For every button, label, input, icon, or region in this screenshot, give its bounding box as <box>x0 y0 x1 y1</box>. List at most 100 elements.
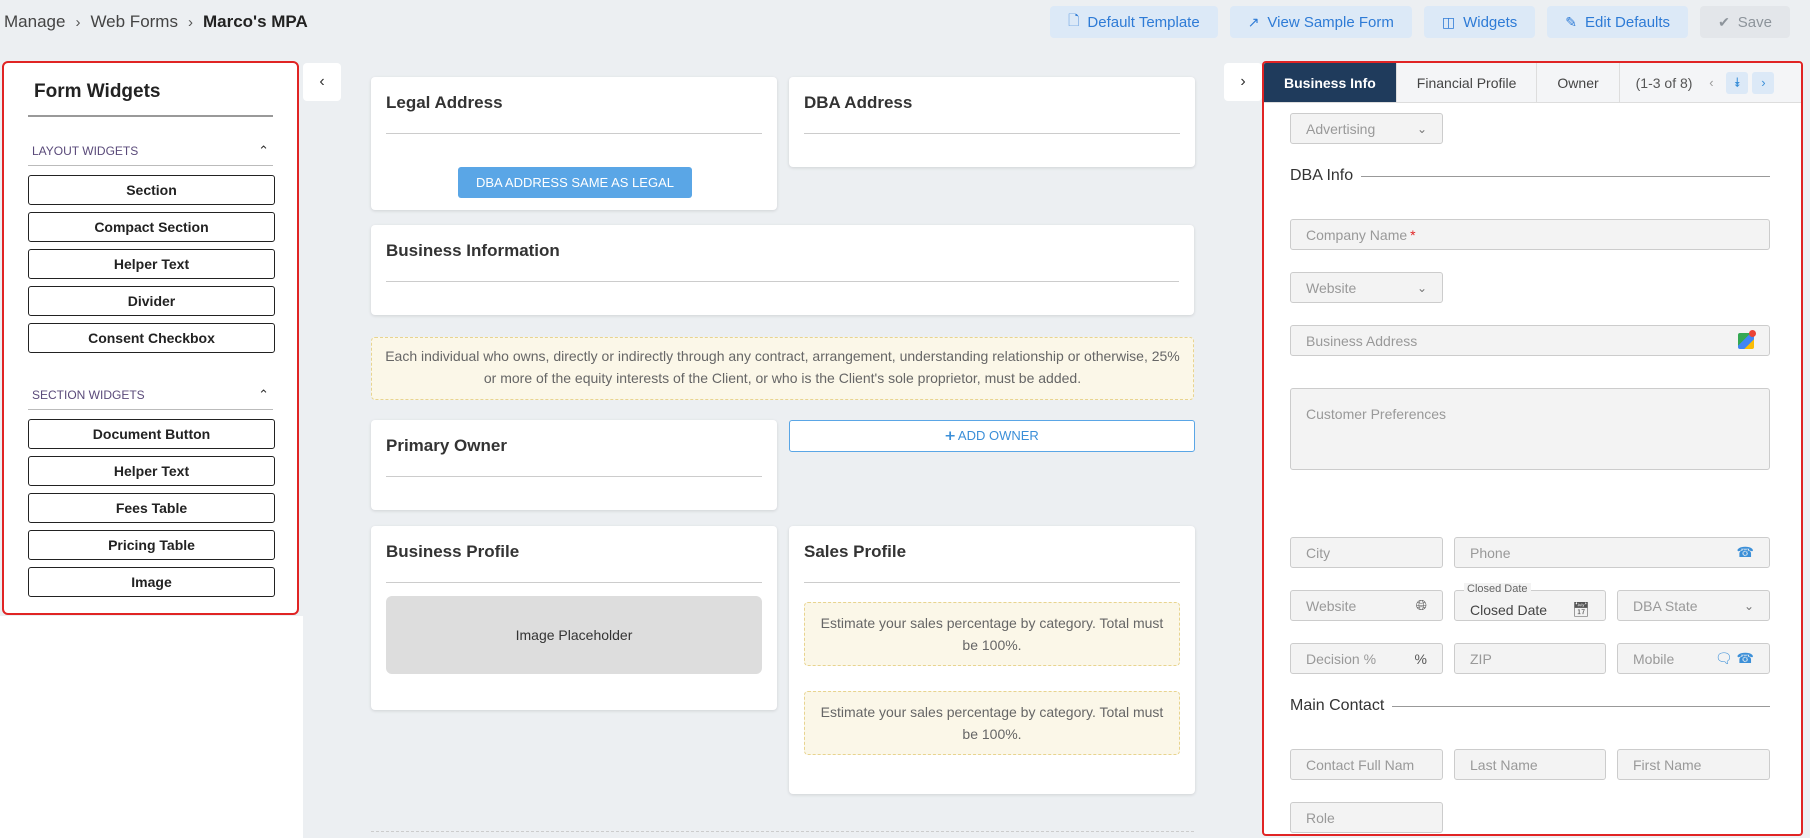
mobile-field[interactable]: Mobile 🗨︎ ☎ <box>1617 643 1770 674</box>
required-marker: * <box>1410 226 1416 243</box>
section-widgets-header[interactable]: SECTION WIDGETS ⌃ <box>28 387 273 410</box>
closed-date-floating-label: Closed Date <box>1464 583 1531 595</box>
default-template-button[interactable]: 🗋 Default Template <box>1050 6 1218 38</box>
breadcrumb: Manage › Web Forms › Marco's MPA <box>4 12 308 32</box>
widget-image-button[interactable]: Image <box>28 567 275 597</box>
primary-owner-section[interactable]: Primary Owner <box>371 420 777 510</box>
chevron-up-icon[interactable]: ⌃ <box>258 143 269 159</box>
chevron-double-down-icon[interactable]: ⯯ <box>1726 71 1749 94</box>
business-profile-title: Business Profile <box>386 542 762 583</box>
sales-profile-section[interactable]: Sales Profile Estimate your sales percen… <box>789 526 1195 794</box>
closed-date-wrapper: Closed Date 📅︎ Closed Date <box>1454 583 1606 622</box>
chevron-right-icon: › <box>187 13 193 31</box>
closed-date-value: Closed Date <box>1470 601 1548 618</box>
advertising-select[interactable]: Advertising ⌄ <box>1290 113 1443 144</box>
view-sample-form-label: View Sample Form <box>1267 13 1394 31</box>
widget-helper-text-button[interactable]: Helper Text <box>28 249 275 279</box>
phone-label: Phone <box>1470 544 1511 561</box>
website-field[interactable]: Website 🌐︎ <box>1290 590 1443 621</box>
collapse-right-button[interactable]: › <box>1224 63 1262 101</box>
zip-field[interactable]: ZIP <box>1454 643 1606 674</box>
breadcrumb-web-forms[interactable]: Web Forms <box>90 12 178 32</box>
city-label: City <box>1306 544 1331 561</box>
chevron-left-icon[interactable]: ‹ <box>1700 72 1722 94</box>
widget-consent-checkbox-button[interactable]: Consent Checkbox <box>28 323 275 353</box>
customer-preferences-label: Customer Preferences <box>1306 406 1447 422</box>
tab-business-info[interactable]: Business Info <box>1264 63 1397 102</box>
divider <box>1361 175 1770 177</box>
last-name-field[interactable]: Last Name <box>1454 749 1606 780</box>
layout-widgets-header[interactable]: LAYOUT WIDGETS ⌃ <box>28 143 273 166</box>
company-name-field[interactable]: Company Name * <box>1290 219 1770 250</box>
sales-profile-title: Sales Profile <box>804 542 1180 583</box>
add-owner-button[interactable]: ➕︎ ADD OWNER <box>789 420 1195 452</box>
sales-helper-text-1: Estimate your sales percentage by catego… <box>804 602 1180 666</box>
website-select-label: Website <box>1306 279 1357 296</box>
chevron-down-icon: ⌄ <box>1416 121 1427 136</box>
dba-state-select[interactable]: DBA State ⌄ <box>1617 590 1770 621</box>
business-profile-section[interactable]: Business Profile Image Placeholder <box>371 526 777 710</box>
edit-defaults-button[interactable]: ✎ Edit Defaults <box>1547 6 1689 38</box>
tab-owner[interactable]: Owner <box>1537 63 1620 102</box>
clipboard-icon: 🗋 <box>1068 12 1080 28</box>
decision-percent-field[interactable]: Decision % % <box>1290 643 1443 674</box>
widget-fees-table-button[interactable]: Fees Table <box>28 493 275 523</box>
legal-address-title: Legal Address <box>386 93 762 134</box>
field-tabs: Business Info Financial Profile Owner (1… <box>1264 63 1801 103</box>
dba-state-label: DBA State <box>1633 597 1698 614</box>
tab-financial-profile[interactable]: Financial Profile <box>1397 63 1538 102</box>
main-contact-heading: Main Contact <box>1290 697 1770 715</box>
role-field[interactable]: Role <box>1290 802 1443 833</box>
chevron-up-icon[interactable]: ⌃ <box>258 387 269 403</box>
save-button[interactable]: ✔ Save <box>1700 6 1790 38</box>
phone-icon[interactable]: ☎ <box>1737 544 1754 561</box>
collapse-left-button[interactable]: ‹ <box>303 63 341 101</box>
chat-icon[interactable]: 🗨︎ <box>1715 650 1733 666</box>
company-name-label: Company Name <box>1306 226 1408 243</box>
dba-address-title: DBA Address <box>804 93 1180 134</box>
widget-document-button[interactable]: Document Button <box>28 419 275 449</box>
chevron-down-icon: ⌄ <box>1743 598 1754 613</box>
business-information-section[interactable]: Business Information <box>371 225 1194 315</box>
widget-compact-section-button[interactable]: Compact Section <box>28 212 275 242</box>
image-placeholder-label: Image Placeholder <box>515 627 633 643</box>
phone-icon[interactable]: ☎ <box>1737 650 1754 666</box>
calendar-icon[interactable]: 📅︎ <box>1572 601 1590 618</box>
first-name-field[interactable]: First Name <box>1617 749 1770 780</box>
widget-helper-text-button-2[interactable]: Helper Text <box>28 456 275 486</box>
chevron-down-icon: ⌄ <box>1416 280 1427 295</box>
owner-helper-text: Each individual who owns, directly or in… <box>371 337 1194 400</box>
chevron-right-icon: › <box>1240 73 1246 90</box>
widget-pricing-table-button[interactable]: Pricing Table <box>28 530 275 560</box>
widget-section-button[interactable]: Section <box>28 175 275 205</box>
dba-address-section[interactable]: DBA Address <box>789 77 1195 167</box>
zip-label: ZIP <box>1470 650 1492 667</box>
breadcrumb-current: Marco's MPA <box>202 12 308 31</box>
left-panel-background <box>0 616 303 838</box>
phone-field[interactable]: Phone ☎ <box>1454 537 1770 568</box>
main-contact-label: Main Contact <box>1290 697 1385 714</box>
external-link-icon: ↗ <box>1247 13 1260 30</box>
contact-full-name-label: Contact Full Nam <box>1306 756 1415 773</box>
breadcrumb-manage[interactable]: Manage <box>4 12 65 32</box>
default-template-label: Default Template <box>1087 13 1200 31</box>
tab-page-count: (1-3 of 8) <box>1635 74 1693 91</box>
chevron-left-icon: ‹ <box>319 73 325 90</box>
widgets-button[interactable]: ◫ Widgets <box>1423 6 1536 38</box>
website-select[interactable]: Website ⌄ <box>1290 272 1443 303</box>
city-field[interactable]: City <box>1290 537 1443 568</box>
plus-icon: ➕︎ <box>945 428 956 443</box>
legal-address-section[interactable]: Legal Address DBA ADDRESS SAME AS LEGAL <box>371 77 777 210</box>
dba-info-label: DBA Info <box>1290 167 1354 184</box>
google-maps-icon[interactable] <box>1738 329 1756 349</box>
chevron-right-icon[interactable]: › <box>1752 71 1775 94</box>
save-label: Save <box>1737 13 1772 31</box>
customer-preferences-field[interactable]: Customer Preferences <box>1290 388 1770 470</box>
contact-full-name-field[interactable]: Contact Full Nam <box>1290 749 1443 780</box>
dba-same-as-legal-button[interactable]: DBA ADDRESS SAME AS LEGAL <box>458 167 692 198</box>
widget-divider-button[interactable]: Divider <box>28 286 275 316</box>
decision-percent-label: Decision % <box>1306 650 1377 667</box>
business-address-field[interactable]: Business Address <box>1290 325 1770 356</box>
dba-info-heading: DBA Info <box>1290 167 1770 185</box>
view-sample-form-button[interactable]: ↗ View Sample Form <box>1229 6 1412 38</box>
